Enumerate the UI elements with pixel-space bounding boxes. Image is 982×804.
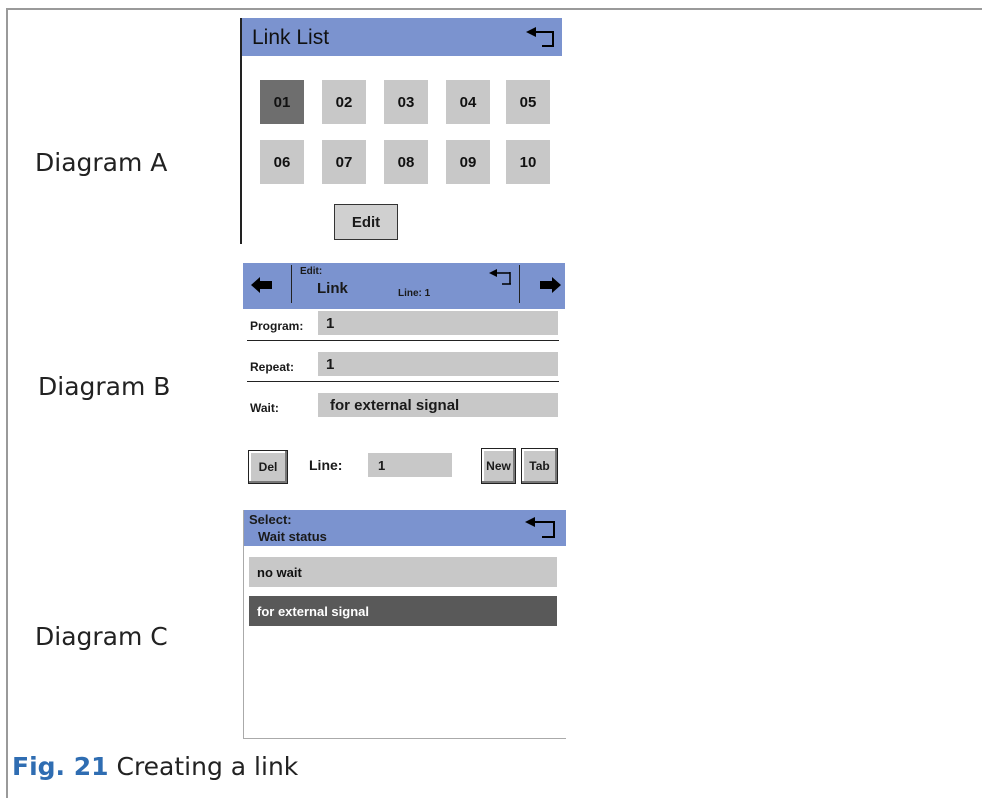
diagram-c-label: Diagram C: [35, 622, 168, 651]
wait-status-header: Select: Wait status: [244, 510, 566, 546]
line-label: Line:: [309, 457, 343, 473]
next-arrow-icon[interactable]: [539, 276, 561, 299]
link-edit-screen: Edit: Link Line: 1 Program: 1 Repeat: 1 …: [243, 263, 565, 491]
previous-arrow-icon[interactable]: [251, 276, 273, 299]
new-button[interactable]: New: [481, 448, 516, 484]
link-list-screen: Link List 01 02 03 04 05 06 07 08 09 10 Edit: [240, 18, 562, 244]
diagram-b-label: Diagram B: [38, 372, 171, 401]
wait-status-screen: Select: Wait status no wait for external…: [243, 510, 566, 739]
link-button-01[interactable]: 01: [260, 80, 304, 124]
link-list-header: Link List: [242, 18, 562, 56]
link-button-05[interactable]: 05: [506, 80, 550, 124]
figure-number: Fig. 21: [12, 752, 109, 781]
program-field[interactable]: 1: [318, 311, 558, 335]
header-title: Wait status: [258, 529, 327, 544]
separator: [247, 381, 559, 382]
figure-caption-text: Creating a link: [108, 752, 299, 781]
repeat-field[interactable]: 1: [318, 352, 558, 376]
figure-caption: Fig. 21 Creating a link: [12, 752, 298, 781]
link-button-06[interactable]: 06: [260, 140, 304, 184]
header-divider: [291, 265, 292, 303]
tab-button[interactable]: Tab: [521, 448, 558, 484]
repeat-label: Repeat:: [250, 360, 295, 374]
link-edit-header: Edit: Link Line: 1: [243, 263, 565, 309]
link-button-09[interactable]: 09: [446, 140, 490, 184]
link-button-02[interactable]: 02: [322, 80, 366, 124]
program-label: Program:: [250, 319, 304, 333]
option-external-signal[interactable]: for external signal: [249, 596, 557, 626]
wait-label: Wait:: [250, 401, 279, 415]
line-field[interactable]: 1: [368, 453, 452, 477]
header-edit-label: Edit:: [300, 266, 323, 277]
edit-button[interactable]: Edit: [334, 204, 398, 240]
link-list-title: Link List: [252, 26, 330, 49]
link-button-07[interactable]: 07: [322, 140, 366, 184]
link-button-03[interactable]: 03: [384, 80, 428, 124]
option-no-wait[interactable]: no wait: [249, 557, 557, 587]
header-select-label: Select:: [249, 512, 292, 527]
wait-field[interactable]: for external signal: [318, 393, 558, 417]
return-icon[interactable]: [524, 515, 558, 544]
separator: [247, 340, 559, 341]
link-button-10[interactable]: 10: [506, 140, 550, 184]
diagram-a-label: Diagram A: [35, 148, 168, 177]
header-line-indicator: Line: 1: [398, 288, 431, 299]
delete-button[interactable]: Del: [248, 450, 288, 484]
return-icon[interactable]: [524, 26, 558, 53]
return-icon[interactable]: [488, 268, 514, 291]
link-button-08[interactable]: 08: [384, 140, 428, 184]
link-button-04[interactable]: 04: [446, 80, 490, 124]
header-divider: [519, 265, 520, 303]
header-title: Link: [317, 280, 348, 297]
